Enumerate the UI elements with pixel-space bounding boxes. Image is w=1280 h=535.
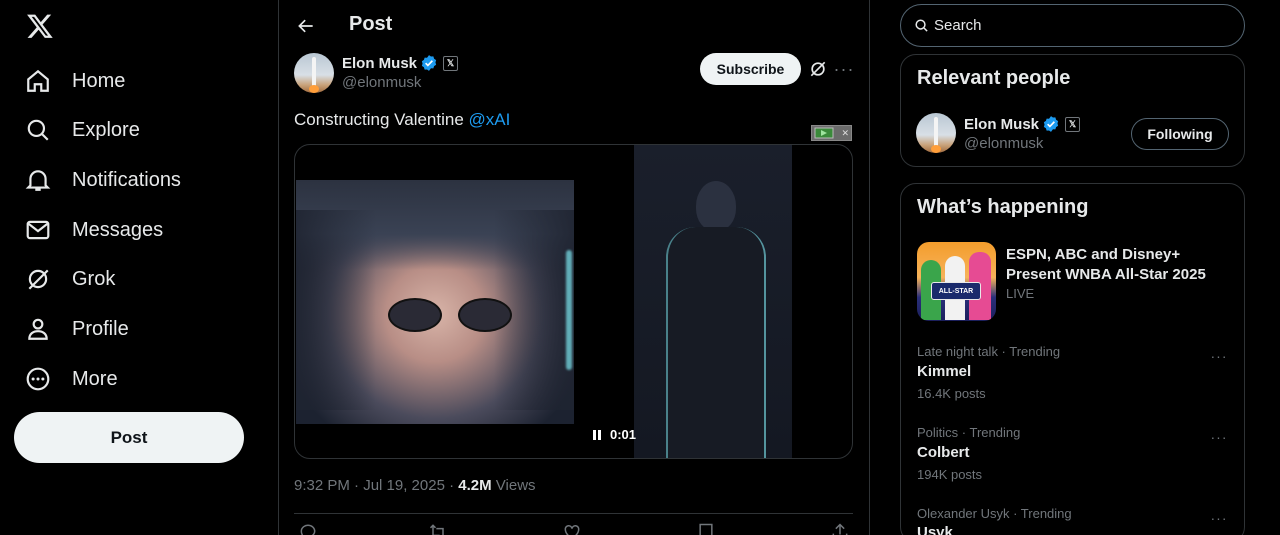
tweet-video[interactable] [294,144,853,459]
verified-badge-icon [421,55,437,71]
x-affiliation-icon[interactable]: 𝕏 [1065,116,1081,132]
sidebar-item-explore[interactable]: Explore [24,110,140,150]
more-options-icon[interactable]: ··· [833,59,855,79]
person-icon [24,315,52,343]
trend-name[interactable]: Colbert [917,444,970,461]
more-options-icon[interactable]: ··· [1209,348,1229,364]
sidebar-item-label: Notifications [72,168,181,191]
avatar[interactable] [916,113,956,153]
like-button[interactable] [562,522,588,535]
more-options-icon[interactable]: ··· [1209,510,1229,526]
subscribe-button[interactable]: Subscribe [700,53,801,85]
card-title: Relevant people [917,67,1071,89]
sidebar-item-notifications[interactable]: Notifications [24,160,181,200]
relevant-name-text[interactable]: Elon Musk [964,116,1039,133]
tweet-body: Constructing Valentine [294,110,464,129]
mention-link[interactable]: @xAI [469,110,511,129]
sidebar-item-messages[interactable]: Messages [24,210,163,250]
sidebar-item-label: Home [72,69,126,92]
repost-button[interactable] [428,522,454,535]
search-input[interactable] [934,17,1214,34]
video-frame-figure [634,145,792,458]
event-badge: ALL-STAR [931,282,981,300]
bookmark-button[interactable] [696,522,722,535]
bookmark-icon [699,523,713,535]
trend-count: 194K posts [917,467,983,482]
sidebar-item-label: Grok [72,267,116,290]
following-button[interactable]: Following [1131,118,1229,150]
whats-happening-card: What’s happening [900,183,1245,535]
tweet-meta: 9:32 PM · Jul 19, 2025 · 4.2M Views [294,477,536,494]
grok-icon[interactable] [808,59,828,79]
x-affiliation-icon[interactable]: 𝕏 [443,55,459,71]
heart-icon [564,524,580,535]
event-status: LIVE [1006,286,1035,301]
author-name-text[interactable]: Elon Musk [342,55,417,72]
avatar[interactable] [294,53,334,93]
repost-icon [429,524,444,535]
trend-meta: Politics · Trending [917,425,1021,440]
card-title: What’s happening [917,196,1089,218]
trend-name[interactable]: Usyk [917,524,953,535]
share-icon [832,523,848,535]
relevant-people-card: Relevant people [900,54,1245,167]
grok-icon [24,265,52,293]
trend-meta: Olexander Usyk · Trending [917,506,1072,521]
sidebar-item-label: More [72,367,118,390]
trend-meta: Late night talk · Trending [917,344,1061,359]
envelope-icon [24,216,52,244]
pause-icon[interactable] [590,428,604,442]
author-name[interactable]: Elon Musk 𝕏 [342,54,459,72]
verified-badge-icon [1043,116,1059,132]
relevant-person-name[interactable]: Elon Musk 𝕏 [964,115,1081,133]
tweet-text: Constructing Valentine @xAI [294,110,510,130]
sidebar-item-home[interactable]: Home [24,61,125,101]
sidebar-item-profile[interactable]: Profile [24,309,129,349]
more-options-icon[interactable]: ··· [1209,429,1229,445]
home-icon [24,67,52,95]
back-arrow-icon[interactable] [294,14,318,38]
sidebar-item-more[interactable]: More [24,359,118,399]
search-icon [915,19,928,32]
sidebar-item-label: Messages [72,218,164,241]
left-sidebar: Home Explore Notifications Messages Grok [0,0,278,535]
sidebar-item-label: Explore [72,118,140,141]
reply-icon [300,524,316,535]
event-thumbnail[interactable]: ALL-STAR [917,242,996,321]
search-box[interactable] [900,4,1245,47]
trend-count: 16.4K posts [917,386,986,401]
sidebar-item-grok[interactable]: Grok [24,259,115,299]
event-title[interactable]: ESPN, ABC and Disney+ Present WNBA All-S… [1006,245,1226,285]
ad-choices-icon[interactable]: ✕ [811,125,852,141]
post-button[interactable]: Post [14,412,244,463]
video-frame-face [296,180,574,424]
more-circle-icon [24,365,52,393]
share-button[interactable] [830,522,856,535]
views-count: 4.2M [458,477,492,494]
tweet-timestamp[interactable]: 9:32 PM · Jul 19, 2025 · [294,477,458,494]
relevant-person-handle[interactable]: @elonmusk [964,135,1043,152]
trend-name[interactable]: Kimmel [917,363,971,380]
app-layout: Home Explore Notifications Messages Grok [0,0,1280,535]
views-label: Views [491,477,536,494]
divider [294,513,853,514]
scrollbar[interactable] [1270,0,1280,535]
video-time: 0:01 [610,427,637,442]
search-icon [24,116,52,144]
video-controls[interactable]: 0:01 [590,427,636,442]
bell-icon [24,166,52,194]
x-logo-icon[interactable] [24,10,56,42]
reply-button[interactable] [298,522,324,535]
author-handle[interactable]: @elonmusk [342,74,421,91]
page-title: Post [349,13,393,35]
sidebar-item-label: Profile [72,317,129,340]
tweet-actions [294,522,853,535]
